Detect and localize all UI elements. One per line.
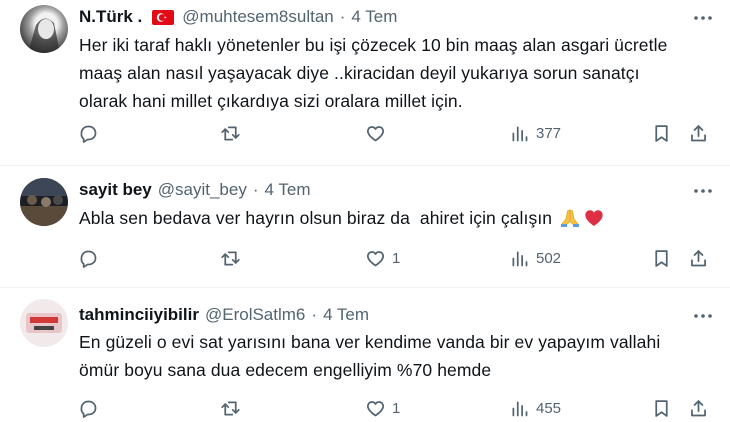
reply-icon bbox=[80, 125, 97, 143]
more-icon bbox=[694, 314, 712, 318]
more-icon bbox=[694, 189, 712, 193]
text-line: Her iki taraf haklı yönetenler bu işi çö… bbox=[79, 35, 668, 55]
tweet-text: En güzeli o evi sat yarısını bana ver ke… bbox=[79, 328, 709, 384]
tweet[interactable]: tahminciiyibilir @ErolSatlm6 · 4 Tem En … bbox=[0, 288, 730, 420]
user-handle[interactable]: @ErolSatlm6 bbox=[205, 305, 305, 325]
bookmark-button[interactable] bbox=[651, 244, 672, 272]
views-icon bbox=[512, 401, 528, 416]
bookmark-button[interactable] bbox=[651, 394, 672, 422]
display-name[interactable]: tahminciiyibilir bbox=[79, 305, 199, 325]
timestamp[interactable]: 4 Tem bbox=[351, 7, 397, 27]
tweet-text: Her iki taraf haklı yönetenler bu işi çö… bbox=[79, 31, 709, 115]
text-line: En güzeli o evi sat yarısını bana ver ke… bbox=[79, 332, 661, 352]
share-button[interactable] bbox=[688, 119, 709, 147]
red-heart-emoji-icon bbox=[585, 210, 603, 226]
separator-dot: · bbox=[311, 305, 318, 324]
avatar[interactable] bbox=[20, 299, 68, 347]
text-line: ömür boyu sana dua edecem engelliyim %70… bbox=[79, 360, 492, 380]
reply-icon bbox=[80, 250, 97, 268]
folded-hands-emoji-icon bbox=[561, 209, 580, 227]
share-icon bbox=[691, 124, 706, 141]
display-name[interactable]: sayit bey bbox=[79, 180, 152, 200]
like-button[interactable]: 1 bbox=[365, 394, 400, 422]
share-button[interactable] bbox=[688, 244, 709, 272]
reply-button[interactable] bbox=[78, 394, 99, 422]
views-button[interactable]: 377 bbox=[509, 119, 561, 147]
text-line: Abla sen bedava ver hayrın olsun biraz d… bbox=[79, 208, 558, 228]
timestamp[interactable]: 4 Tem bbox=[265, 180, 311, 200]
views-button[interactable]: 502 bbox=[509, 244, 561, 272]
bookmark-icon bbox=[655, 124, 668, 142]
more-icon bbox=[694, 16, 712, 20]
share-button[interactable] bbox=[688, 394, 709, 422]
display-name[interactable]: N.Türk . bbox=[79, 7, 142, 27]
tweet-header: sayit bey @sayit_bey · 4 Tem bbox=[79, 179, 311, 201]
user-handle[interactable]: @sayit_bey bbox=[158, 180, 247, 200]
view-count: 377 bbox=[536, 124, 562, 142]
more-options-button[interactable] bbox=[692, 180, 714, 202]
avatar[interactable] bbox=[20, 178, 68, 226]
tweet[interactable]: N.Türk . @muhtesem8sultan · 4 Tem Her ik… bbox=[0, 0, 730, 160]
separator-dot: · bbox=[339, 7, 346, 26]
heart-icon bbox=[366, 250, 385, 266]
view-count: 455 bbox=[536, 399, 562, 417]
view-count: 502 bbox=[536, 249, 562, 267]
like-button[interactable] bbox=[365, 119, 392, 147]
tweet[interactable]: sayit bey @sayit_bey · 4 Tem Abla sen be… bbox=[0, 166, 730, 292]
share-icon bbox=[691, 249, 706, 266]
views-icon bbox=[512, 251, 528, 266]
share-icon bbox=[691, 399, 706, 416]
avatar-image bbox=[28, 18, 60, 53]
user-handle[interactable]: @muhtesem8sultan bbox=[182, 7, 333, 27]
avatar-image bbox=[20, 178, 68, 226]
text-line: maaş alan nasıl yaşayacak diye ..kiracid… bbox=[79, 63, 640, 83]
more-options-button[interactable] bbox=[692, 305, 714, 327]
tweet-text: Abla sen bedava ver hayrın olsun biraz d… bbox=[79, 204, 709, 232]
repost-button[interactable] bbox=[220, 119, 241, 147]
views-button[interactable]: 455 bbox=[509, 394, 561, 422]
separator-dot: · bbox=[252, 180, 259, 199]
like-button[interactable]: 1 bbox=[365, 244, 400, 272]
repost-icon bbox=[221, 126, 240, 140]
bookmark-icon bbox=[655, 399, 668, 417]
tweet-header: tahminciiyibilir @ErolSatlm6 · 4 Tem bbox=[79, 304, 369, 326]
repost-button[interactable] bbox=[220, 244, 241, 272]
reply-icon bbox=[80, 400, 97, 418]
avatar[interactable] bbox=[20, 5, 68, 53]
heart-icon bbox=[366, 400, 385, 416]
like-count: 1 bbox=[392, 249, 401, 267]
action-bar: 1 455 bbox=[74, 394, 714, 422]
tweet-header: N.Türk . @muhtesem8sultan · 4 Tem bbox=[79, 6, 397, 28]
reply-button[interactable] bbox=[78, 119, 99, 147]
like-count: 1 bbox=[392, 399, 401, 417]
repost-icon bbox=[221, 251, 240, 265]
more-options-button[interactable] bbox=[692, 7, 714, 29]
text-line: olarak hani millet çıkardıya sizi oralar… bbox=[79, 91, 463, 111]
bookmark-button[interactable] bbox=[651, 119, 672, 147]
action-bar: 377 bbox=[74, 119, 714, 147]
action-bar: 1 502 bbox=[74, 244, 714, 272]
repost-button[interactable] bbox=[220, 394, 241, 422]
reply-button[interactable] bbox=[78, 244, 99, 272]
views-icon bbox=[512, 126, 528, 141]
heart-icon bbox=[366, 125, 385, 141]
turkey-flag-icon bbox=[152, 9, 175, 25]
bookmark-icon bbox=[655, 249, 668, 267]
timestamp[interactable]: 4 Tem bbox=[323, 305, 369, 325]
avatar-image bbox=[26, 313, 62, 333]
repost-icon bbox=[221, 401, 240, 415]
